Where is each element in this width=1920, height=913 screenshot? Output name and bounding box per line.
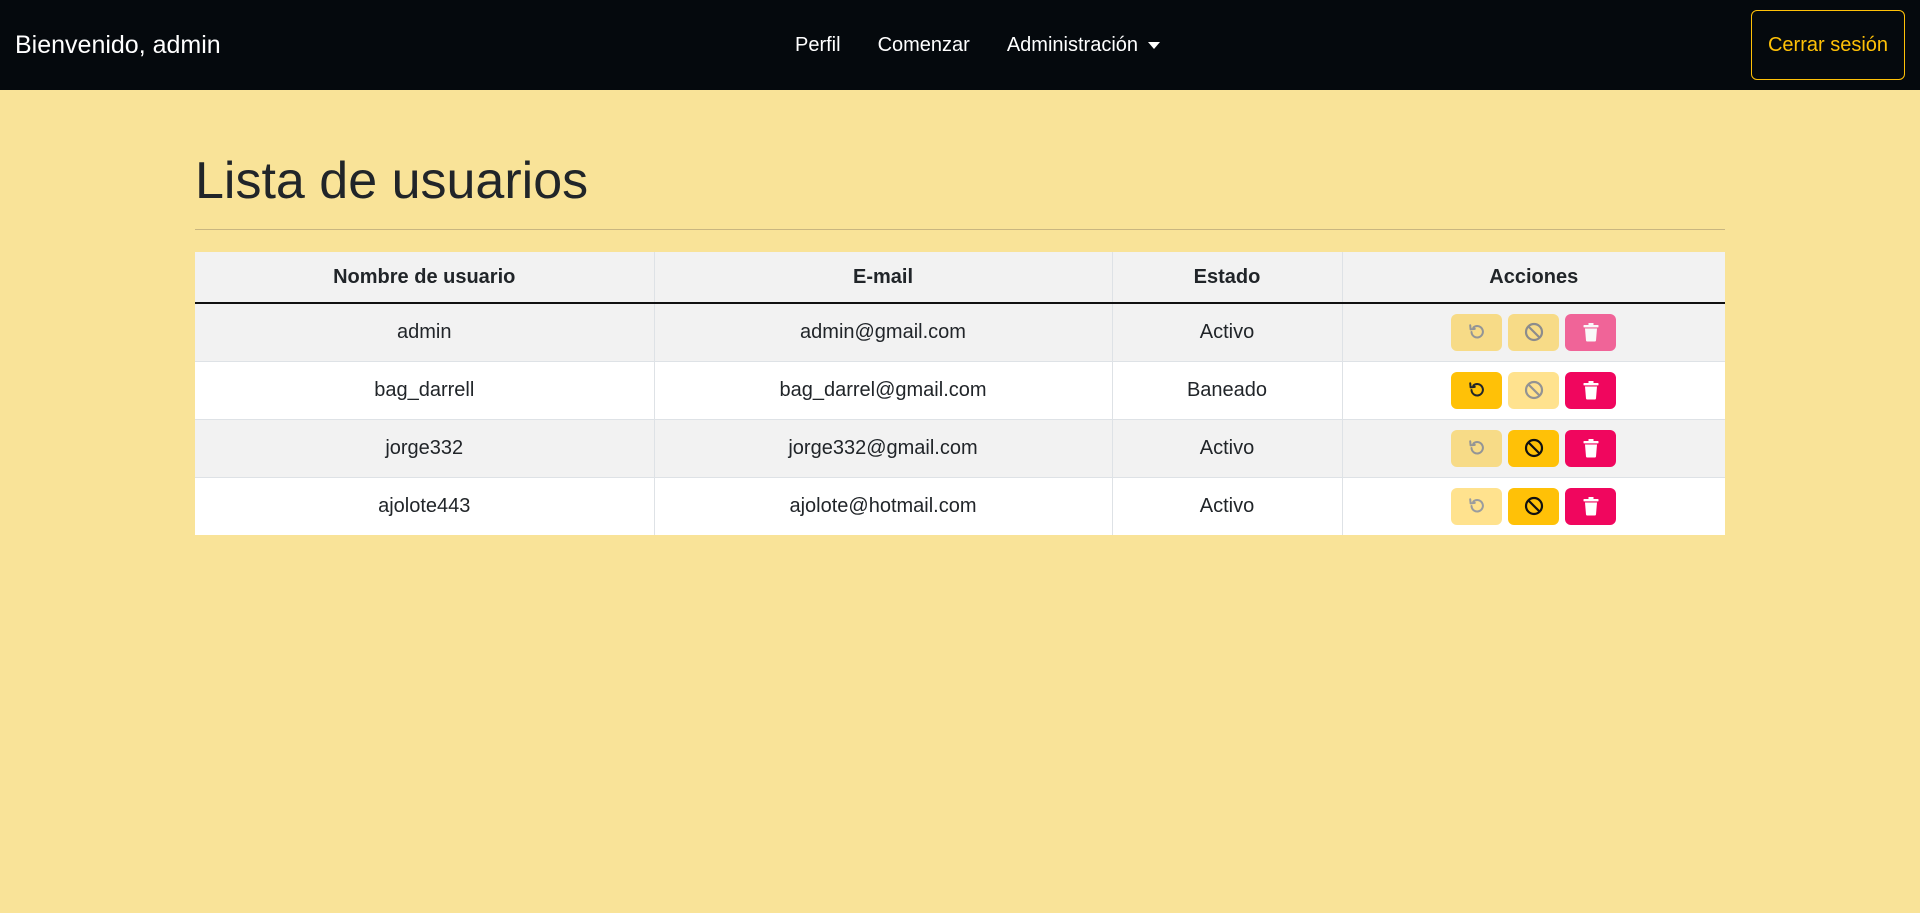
cell-status: Activo — [1111, 476, 1342, 535]
cell-actions — [1341, 418, 1726, 477]
cell-email: admin@gmail.com — [653, 302, 1112, 361]
restore-button[interactable] — [1451, 313, 1503, 351]
cell-username: ajolote443 — [195, 476, 654, 535]
trash-icon — [1582, 496, 1600, 516]
restore-icon — [1467, 496, 1487, 516]
restore-button[interactable] — [1451, 371, 1503, 409]
cell-username: jorge332 — [195, 418, 654, 477]
cell-actions — [1341, 360, 1726, 419]
restore-icon — [1467, 380, 1487, 400]
cell-email: bag_darrel@gmail.com — [653, 360, 1112, 419]
ban-icon — [1523, 437, 1545, 459]
caret-down-icon — [1148, 41, 1161, 49]
nav-links: Perfil Comenzar Administración — [795, 0, 1197, 90]
cell-email: ajolote@hotmail.com — [653, 476, 1112, 535]
restore-icon — [1467, 322, 1487, 342]
page-title: Lista de usuarios — [195, 152, 589, 210]
ban-icon — [1523, 495, 1545, 517]
cell-status: Activo — [1111, 418, 1342, 477]
header-status: Estado — [1111, 252, 1342, 304]
ban-button[interactable] — [1508, 371, 1560, 409]
cell-status: Activo — [1111, 302, 1342, 361]
cell-username: bag_darrell — [195, 360, 654, 419]
table-row: jorge332 jorge332@gmail.com Activo — [195, 418, 1726, 477]
action-buttons — [1343, 313, 1726, 351]
header-username: Nombre de usuario — [195, 252, 654, 304]
logout-button[interactable]: Cerrar sesión — [1751, 10, 1905, 80]
cell-email: jorge332@gmail.com — [653, 418, 1112, 477]
users-table: Nombre de usuario E-mail Estado Acciones… — [195, 252, 1725, 535]
cell-username: admin — [195, 302, 654, 361]
restore-button[interactable] — [1451, 487, 1503, 525]
delete-button[interactable] — [1565, 487, 1617, 525]
main-content: Lista de usuarios Nombre de usuario E-ma… — [195, 90, 1725, 535]
nav-dropdown-label: Administración — [1006, 33, 1139, 56]
action-buttons — [1343, 487, 1726, 525]
ban-button[interactable] — [1508, 313, 1560, 351]
trash-icon — [1582, 380, 1600, 400]
divider — [195, 229, 1725, 230]
action-buttons — [1343, 429, 1726, 467]
ban-button[interactable] — [1508, 487, 1560, 525]
delete-button[interactable] — [1565, 313, 1617, 351]
nav-dropdown-administracion[interactable]: Administración — [1006, 33, 1161, 57]
action-buttons — [1343, 371, 1726, 409]
table-row: admin admin@gmail.com Activo — [195, 302, 1726, 361]
table-header-row: Nombre de usuario E-mail Estado Acciones — [195, 252, 1725, 304]
ban-button[interactable] — [1508, 429, 1560, 467]
restore-icon — [1467, 438, 1487, 458]
cell-actions — [1341, 476, 1726, 535]
table-row: bag_darrell bag_darrel@gmail.com Baneado — [195, 360, 1726, 419]
table-row: ajolote443 ajolote@hotmail.com Activo — [195, 476, 1726, 535]
cell-status: Baneado — [1111, 360, 1342, 419]
cell-actions — [1341, 302, 1726, 361]
navbar-brand[interactable]: Bienvenido, admin — [15, 0, 221, 90]
header-email: E-mail — [653, 252, 1112, 304]
ban-icon — [1523, 379, 1545, 401]
table-body: admin admin@gmail.com Activo bag_darrell bag… — [195, 302, 1726, 535]
trash-icon — [1582, 438, 1600, 458]
ban-icon — [1523, 321, 1545, 343]
nav-link-comenzar[interactable]: Comenzar — [878, 34, 970, 57]
trash-icon — [1582, 322, 1600, 342]
restore-button[interactable] — [1451, 429, 1503, 467]
navbar: Bienvenido, admin Perfil Comenzar Admini… — [0, 0, 1920, 90]
nav-link-perfil[interactable]: Perfil — [795, 34, 841, 57]
delete-button[interactable] — [1565, 429, 1617, 467]
header-actions: Acciones — [1341, 252, 1725, 304]
delete-button[interactable] — [1565, 371, 1617, 409]
